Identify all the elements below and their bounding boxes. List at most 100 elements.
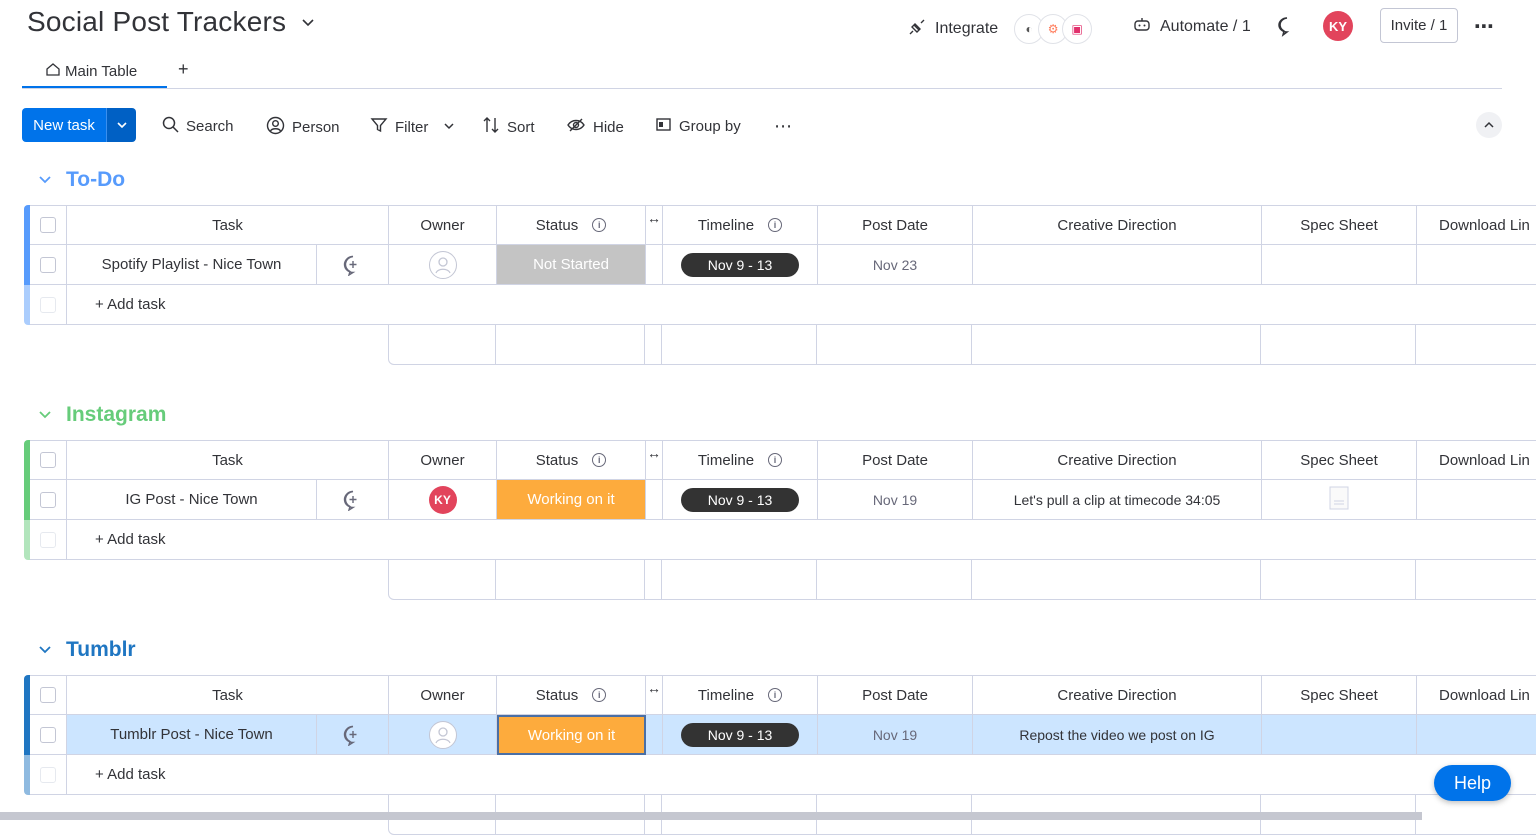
column-header-task[interactable]: Task: [67, 440, 389, 480]
creative-direction-cell[interactable]: Let's pull a clip at timecode 34:05: [973, 480, 1262, 520]
add-task-cell[interactable]: + Add task: [67, 755, 1536, 795]
table-row[interactable]: IG Post - Nice Town KY Working on it Nov 9 …: [24, 480, 1536, 520]
column-header-status[interactable]: Status i: [497, 675, 646, 715]
info-icon[interactable]: i: [592, 218, 607, 232]
owner-cell[interactable]: [389, 715, 497, 755]
column-header-owner[interactable]: Owner: [389, 675, 497, 715]
timeline-pill[interactable]: Nov 9 - 13: [681, 487, 799, 512]
info-icon[interactable]: i: [768, 218, 783, 232]
chevron-down-icon[interactable]: [38, 168, 52, 192]
chevron-down-icon[interactable]: [443, 119, 455, 136]
column-header-owner[interactable]: Owner: [389, 440, 497, 480]
add-view-button[interactable]: +: [178, 59, 189, 80]
creative-direction-text[interactable]: Let's pull a clip at timecode 34:05: [1014, 492, 1221, 508]
empty-person-icon[interactable]: [428, 720, 457, 749]
more-options-icon[interactable]: ⋯: [1474, 14, 1495, 39]
column-header-status[interactable]: Status i: [497, 440, 646, 480]
select-all-checkbox[interactable]: [40, 687, 56, 703]
info-icon[interactable]: i: [768, 688, 783, 702]
help-button[interactable]: Help: [1434, 765, 1511, 801]
creative-direction-cell[interactable]: Repost the video we post on IG: [973, 715, 1262, 755]
add-task-cell[interactable]: + Add task: [67, 285, 1536, 325]
table-row[interactable]: Spotify Playlist - Nice Town Not Started N…: [24, 245, 1536, 285]
status-label[interactable]: Working on it: [497, 480, 645, 519]
person-filter-button[interactable]: Person: [266, 116, 340, 139]
integrate-button[interactable]: Integrate ◐ ⚙ ▣: [907, 14, 1093, 44]
timeline-cell[interactable]: Nov 9 - 13: [663, 715, 818, 755]
column-header-download-link[interactable]: Download Lin: [1417, 440, 1536, 480]
column-header-timeline[interactable]: Timeline i: [663, 205, 818, 245]
timeline-pill[interactable]: Nov 9 - 13: [681, 252, 799, 277]
empty-person-icon[interactable]: [428, 250, 457, 279]
spec-sheet-cell[interactable]: [1262, 480, 1417, 520]
column-header-timeline[interactable]: Timeline i: [663, 440, 818, 480]
table-row[interactable]: Tumblr Post - Nice Town Working on it Nov …: [24, 715, 1536, 755]
add-task-button[interactable]: + Add task: [95, 766, 165, 783]
owner-avatar[interactable]: KY: [428, 485, 457, 514]
add-update-button[interactable]: [317, 480, 389, 520]
post-date[interactable]: Nov 19: [873, 727, 917, 743]
info-icon[interactable]: i: [768, 453, 783, 467]
group-header[interactable]: To-Do: [38, 168, 125, 192]
row-checkbox-cell[interactable]: [30, 480, 67, 520]
post-date[interactable]: Nov 19: [873, 492, 917, 508]
column-header-post-date[interactable]: Post Date: [818, 440, 973, 480]
column-header-owner[interactable]: Owner: [389, 205, 497, 245]
row-checkbox[interactable]: [40, 256, 56, 273]
post-date-cell[interactable]: Nov 19: [818, 715, 973, 755]
add-update-button[interactable]: [317, 245, 389, 285]
new-task-dropdown[interactable]: [106, 108, 136, 142]
creative-direction-cell[interactable]: [973, 245, 1262, 285]
task-name-cell[interactable]: Tumblr Post - Nice Town: [67, 715, 317, 755]
spec-sheet-cell[interactable]: [1262, 245, 1417, 285]
task-name-cell[interactable]: Spotify Playlist - Nice Town: [67, 245, 317, 285]
status-cell[interactable]: Working on it: [497, 480, 646, 520]
spec-sheet-cell[interactable]: [1262, 715, 1417, 755]
select-all-checkbox[interactable]: [40, 217, 56, 233]
select-all-checkbox[interactable]: [40, 452, 56, 468]
column-header-spec-sheet[interactable]: Spec Sheet: [1262, 675, 1417, 715]
column-header-task[interactable]: Task: [67, 675, 389, 715]
automate-button[interactable]: Automate / 1: [1132, 14, 1251, 39]
creative-direction-text[interactable]: Repost the video we post on IG: [1019, 727, 1214, 743]
group-title[interactable]: To-Do: [66, 168, 125, 192]
more-toolbar-icon[interactable]: ⋯: [774, 116, 793, 137]
column-resize-handle[interactable]: ↔: [646, 440, 663, 480]
column-header-task[interactable]: Task: [67, 205, 389, 245]
timeline-cell[interactable]: Nov 9 - 13: [663, 245, 818, 285]
hide-button[interactable]: Hide: [566, 116, 624, 138]
user-avatar[interactable]: KY: [1323, 11, 1353, 41]
task-name-cell[interactable]: IG Post - Nice Town: [67, 480, 317, 520]
tab-main-table[interactable]: Main Table: [45, 61, 137, 81]
post-date-cell[interactable]: Nov 23: [818, 245, 973, 285]
group-header[interactable]: Instagram: [38, 403, 166, 427]
task-name[interactable]: Spotify Playlist - Nice Town: [102, 256, 282, 273]
status-cell[interactable]: Working on it: [497, 715, 646, 755]
column-header-creative-direction[interactable]: Creative Direction: [973, 205, 1262, 245]
chevron-down-icon[interactable]: [38, 638, 52, 662]
add-task-cell[interactable]: + Add task: [67, 520, 1536, 560]
column-header-creative-direction[interactable]: Creative Direction: [973, 675, 1262, 715]
add-task-button[interactable]: + Add task: [95, 531, 165, 548]
column-header-timeline[interactable]: Timeline i: [663, 675, 818, 715]
search-button[interactable]: Search: [162, 116, 234, 137]
row-checkbox-cell[interactable]: [30, 715, 67, 755]
column-header-status[interactable]: Status i: [497, 205, 646, 245]
column-header-post-date[interactable]: Post Date: [818, 675, 973, 715]
collapse-header-button[interactable]: [1476, 112, 1502, 138]
task-name[interactable]: Tumblr Post - Nice Town: [110, 726, 273, 743]
status-cell[interactable]: Not Started: [497, 245, 646, 285]
chevron-down-icon[interactable]: [38, 403, 52, 427]
sort-button[interactable]: Sort: [482, 116, 535, 138]
download-link-cell[interactable]: [1417, 480, 1536, 520]
column-resize-handle[interactable]: ↔: [646, 205, 663, 245]
timeline-cell[interactable]: Nov 9 - 13: [663, 480, 818, 520]
download-link-cell[interactable]: [1417, 715, 1536, 755]
group-title[interactable]: Instagram: [66, 403, 166, 427]
post-date[interactable]: Nov 23: [873, 257, 917, 273]
group-title[interactable]: Tumblr: [66, 638, 136, 662]
status-label[interactable]: Not Started: [497, 245, 645, 284]
row-checkbox[interactable]: [40, 491, 56, 508]
column-header-creative-direction[interactable]: Creative Direction: [973, 440, 1262, 480]
invite-button[interactable]: Invite / 1: [1380, 8, 1458, 43]
